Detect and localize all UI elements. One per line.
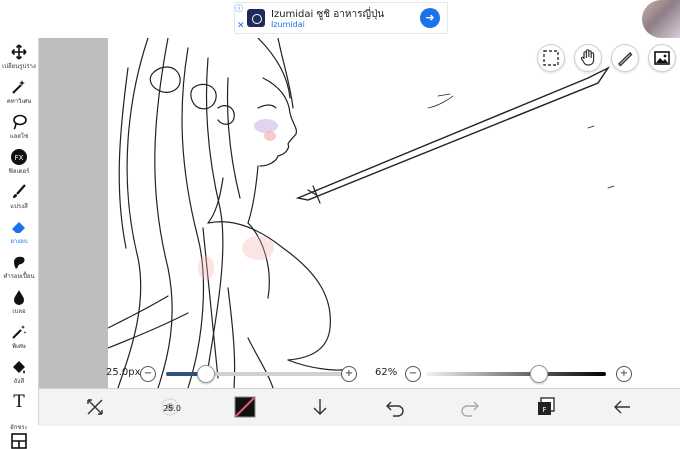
frame-icon <box>11 433 27 449</box>
tool-transform[interactable]: เปลี่ยนรูปร่าง <box>0 40 38 75</box>
ad-subtitle: Izumidai <box>271 20 305 29</box>
tool-blur[interactable]: เบลอ <box>0 285 38 320</box>
size-plus-button[interactable]: + <box>341 366 357 382</box>
tool-label: เปลี่ยนรูปร่าง <box>2 63 36 70</box>
tool-label: ยางลบ <box>10 238 28 245</box>
download-icon <box>313 399 327 415</box>
brush-icon <box>13 184 26 198</box>
tool-frame-divider[interactable] <box>0 430 38 449</box>
fx-glyph: FX <box>15 154 24 162</box>
tool-label: พิเศษ <box>12 343 26 350</box>
tool-label: แปรงสี <box>10 203 28 210</box>
tool-label: ถังสี <box>13 378 25 385</box>
fx-icon: FX <box>11 149 27 165</box>
opacity-plus-button[interactable]: + <box>616 366 632 382</box>
hand-icon <box>580 49 595 66</box>
text-icon: T <box>13 392 25 412</box>
size-minus-button[interactable]: − <box>140 366 156 382</box>
tool-panel: เปลี่ยนรูปร่าง คทาวิเศษ แลสโซ่ FX ฟิลเตอ… <box>0 38 39 449</box>
ad-logo <box>247 9 265 27</box>
back-button[interactable] <box>611 396 633 418</box>
brush-size-slider[interactable] <box>166 372 342 376</box>
tool-label: ฟิลเตอร์ <box>8 168 30 175</box>
opacity-knob[interactable] <box>529 365 548 383</box>
undo-button[interactable] <box>384 396 406 418</box>
ad-banner-bar: ⓘ ✕ Izumidai ซูชิ อาหารญี่ปุ่น Izumidai … <box>0 0 680 38</box>
brush-size-badge: 25.0 <box>163 404 181 413</box>
drawing-canvas[interactable] <box>108 38 680 388</box>
hand-tool-button[interactable] <box>574 44 602 72</box>
redo-button[interactable] <box>459 396 481 418</box>
info-icon[interactable]: ⓘ <box>235 3 245 13</box>
brush-settings-bar: 25.0px − + 62% − + <box>106 362 680 386</box>
avatar[interactable] <box>642 0 680 38</box>
tool-brush[interactable]: แปรงสี <box>0 180 38 215</box>
tool-text[interactable]: T <box>0 390 38 412</box>
canvas-margin <box>39 38 108 388</box>
brush-size-button[interactable]: 25.0 <box>159 396 185 418</box>
download-button[interactable] <box>309 396 331 418</box>
back-icon <box>614 400 630 414</box>
brush-size-knob[interactable] <box>196 365 215 383</box>
move-icon <box>11 44 27 60</box>
tool-label: เบลอ <box>12 308 26 315</box>
tool-eraser[interactable]: ยางลบ <box>0 215 38 250</box>
smudge-icon <box>14 256 25 269</box>
ruler-button[interactable] <box>611 44 639 72</box>
selection-icon <box>543 50 559 66</box>
tool-bucket[interactable]: ถังสี <box>0 355 38 390</box>
ruler-icon <box>618 52 633 67</box>
layers-icon: F <box>538 397 555 415</box>
tool-label: ทำรอยเปื้อน <box>3 273 35 280</box>
magic-wand-icon <box>12 80 25 94</box>
tool-label: แลสโซ่ <box>9 133 29 140</box>
bucket-icon <box>13 361 25 374</box>
ad-banner[interactable]: ⓘ ✕ Izumidai ซูชิ อาหารญี่ปุ่น Izumidai … <box>234 2 448 34</box>
ad-close-icon[interactable]: ✕ <box>237 21 245 31</box>
lasso-icon <box>13 114 27 130</box>
select-tool-button[interactable] <box>537 44 565 72</box>
tool-special[interactable]: พิเศษ <box>0 320 38 355</box>
color-button[interactable] <box>234 396 256 418</box>
transform-icon <box>87 399 103 415</box>
layers-button[interactable]: F <box>535 396 557 418</box>
opacity-minus-button[interactable]: − <box>405 366 421 382</box>
undo-icon <box>386 401 404 417</box>
tool-smudge[interactable]: ทำรอยเปื้อน <box>0 250 38 285</box>
tool-lasso[interactable]: แลสโซ่ <box>0 110 38 145</box>
eraser-icon <box>12 222 25 233</box>
transform-button[interactable] <box>84 396 106 418</box>
color-swatch-icon <box>234 396 256 418</box>
reference-image-button[interactable] <box>648 44 676 72</box>
tool-label: คทาวิเศษ <box>6 98 32 105</box>
tool-magic-wand[interactable]: คทาวิเศษ <box>0 75 38 110</box>
sketch-artwork <box>108 38 615 388</box>
tool-filter[interactable]: FX ฟิลเตอร์ <box>0 145 38 180</box>
blur-icon <box>14 290 24 305</box>
special-icon <box>12 325 27 339</box>
image-icon <box>654 51 670 65</box>
opacity-slider[interactable] <box>426 372 606 376</box>
bottom-toolbar: 25.0 F <box>39 388 680 426</box>
svg-text:F: F <box>542 406 546 414</box>
brush-size-value: 25.0px <box>106 367 141 378</box>
opacity-value: 62% <box>375 367 398 378</box>
ad-go-icon[interactable]: ➜ <box>420 8 440 28</box>
redo-icon <box>461 401 479 417</box>
